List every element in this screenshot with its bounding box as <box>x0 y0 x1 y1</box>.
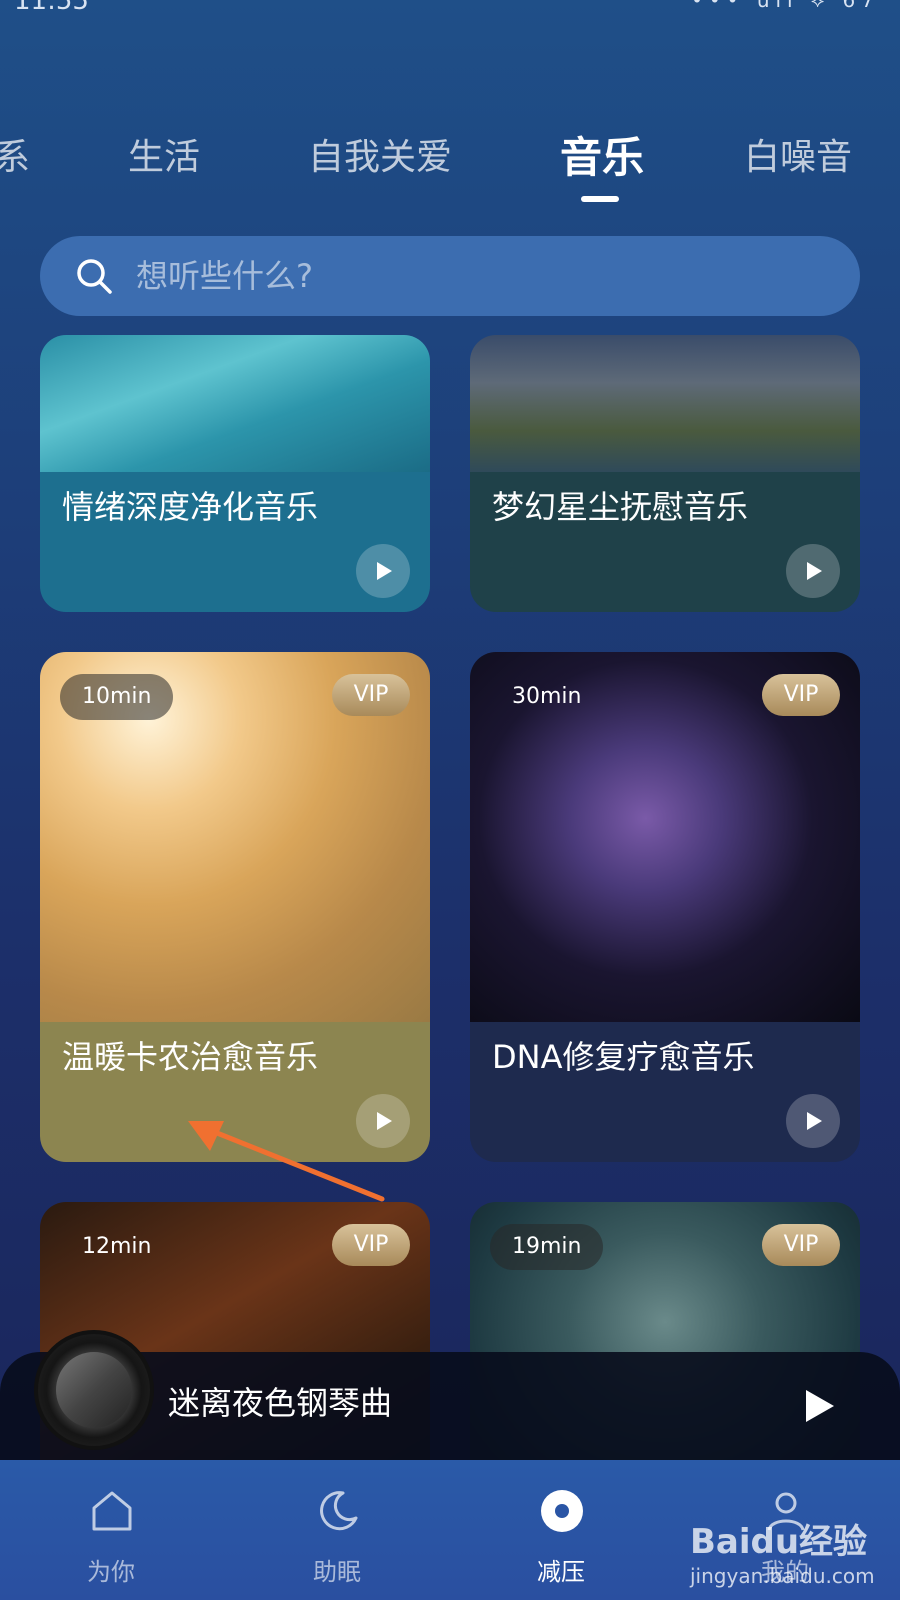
play-icon[interactable] <box>800 1388 836 1424</box>
nav-item-relax[interactable]: 减压 <box>486 1460 636 1600</box>
play-button[interactable] <box>356 544 410 598</box>
vip-badge: VIP <box>762 1224 840 1266</box>
card-image <box>470 335 860 472</box>
duration-badge: 19min <box>490 1224 604 1270</box>
nav-label: 为你 <box>87 1558 135 1586</box>
watermark-url: jingyan.baidu.com <box>690 1564 875 1588</box>
card-title: 情绪深度净化音乐 <box>62 488 319 526</box>
card-title: 温暖卡农治愈音乐 <box>62 1038 319 1076</box>
baidu-watermark: Baidu经验 jingyan.baidu.com <box>680 1508 890 1598</box>
music-card-grid: 情绪深度净化音乐 梦幻星尘抚慰音乐 10min VIP 温暖卡农治愈音乐 30m… <box>0 335 900 1460</box>
nav-item-sleep[interactable]: 助眠 <box>262 1460 412 1600</box>
tab-life[interactable]: 生活 <box>128 128 200 180</box>
nav-label: 减压 <box>537 1558 585 1586</box>
album-disc <box>34 1330 154 1450</box>
tab-self-care[interactable]: 自我关爱 <box>308 128 452 180</box>
vip-badge: VIP <box>332 674 410 716</box>
nav-label: 助眠 <box>313 1558 361 1586</box>
moon-icon <box>320 1491 358 1531</box>
tab-relationship[interactable]: 系 <box>0 128 30 180</box>
tab-active-indicator <box>581 196 619 202</box>
home-icon <box>92 1491 132 1531</box>
card-caption: 情绪深度净化音乐 <box>40 472 430 612</box>
category-tabs: 系 生活 自我关爱 音乐 白噪音 <box>0 128 900 208</box>
duration-badge: 30min <box>512 684 582 709</box>
search-bar[interactable] <box>40 236 860 316</box>
search-input[interactable] <box>136 236 816 316</box>
card-title: 梦幻星尘抚慰音乐 <box>492 488 749 526</box>
music-card[interactable]: 10min VIP 温暖卡农治愈音乐 <box>40 652 430 1162</box>
status-bar: 11:55 ••• ull ⟡ 67 <box>0 0 900 16</box>
annotation-arrow <box>188 1121 385 1202</box>
search-icon <box>77 259 112 294</box>
music-card[interactable]: 30min VIP DNA修复疗愈音乐 <box>470 652 860 1162</box>
tab-white-noise[interactable]: 白噪音 <box>744 128 852 180</box>
card-caption: DNA修复疗愈音乐 <box>470 1022 860 1162</box>
card-image <box>40 335 430 472</box>
duration-badge: 10min <box>60 674 174 720</box>
play-icon <box>807 1112 822 1130</box>
vip-badge: VIP <box>332 1224 410 1266</box>
play-icon <box>807 562 822 580</box>
status-time: 11:55 <box>14 0 89 16</box>
status-icons: ••• ull ⟡ 67 <box>691 0 880 12</box>
music-card[interactable]: 梦幻星尘抚慰音乐 <box>470 335 860 612</box>
play-icon <box>377 562 392 580</box>
music-card[interactable]: 情绪深度净化音乐 <box>40 335 430 612</box>
vip-badge: VIP <box>762 674 840 716</box>
watermark-logo: Baidu经验 <box>690 1522 868 1562</box>
card-caption: 梦幻星尘抚慰音乐 <box>470 472 860 612</box>
tab-music[interactable]: 音乐 <box>560 124 644 185</box>
relax-icon <box>541 1490 583 1532</box>
play-button[interactable] <box>786 1094 840 1148</box>
play-button[interactable] <box>786 544 840 598</box>
mini-player[interactable]: 迷离夜色钢琴曲 <box>0 1330 900 1460</box>
card-title: DNA修复疗愈音乐 <box>492 1038 755 1076</box>
nav-item-for-you[interactable]: 为你 <box>36 1460 186 1600</box>
duration-badge: 12min <box>82 1234 152 1259</box>
mini-player-title: 迷离夜色钢琴曲 <box>168 1384 393 1422</box>
